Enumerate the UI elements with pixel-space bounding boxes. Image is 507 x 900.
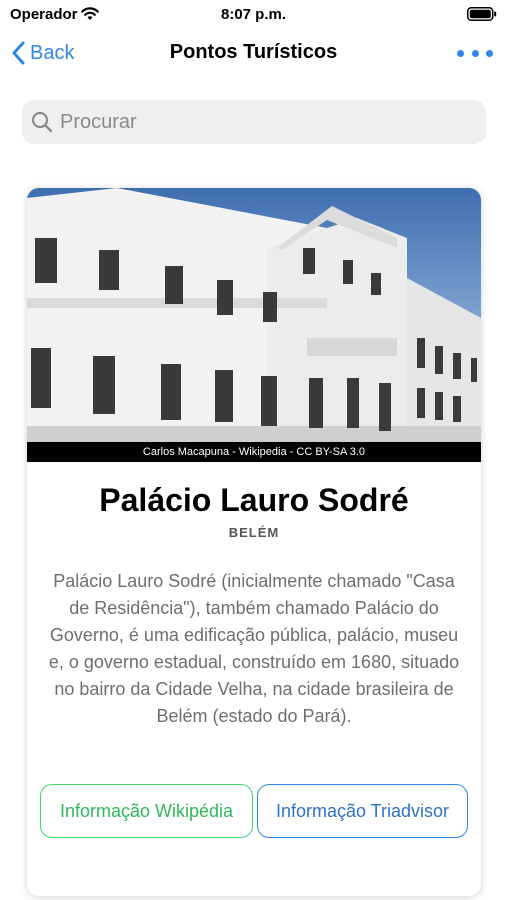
status-time: 8:07 p.m. xyxy=(220,6,287,23)
navigation-bar: Back Pontos Turísticos xyxy=(0,30,507,76)
search-icon xyxy=(31,111,53,133)
tripadvisor-info-button[interactable]: Informação Triadvisor xyxy=(257,784,468,838)
place-card: Carlos Macapuna - Wikipedia - CC BY-SA 3… xyxy=(27,188,481,896)
image-credit: Carlos Macapuna - Wikipedia - CC BY-SA 3… xyxy=(27,442,481,462)
place-title: Palácio Lauro Sodré xyxy=(99,482,409,518)
place-photo: Carlos Macapuna - Wikipedia - CC BY-SA 3… xyxy=(27,188,481,462)
page-title: Pontos Turísticos xyxy=(169,41,338,63)
place-city: BELÉM xyxy=(228,525,280,540)
more-options-button[interactable] xyxy=(457,42,493,64)
search-bar[interactable] xyxy=(22,100,486,144)
battery-icon xyxy=(467,7,497,21)
status-bar: Operador 8:07 p.m. xyxy=(0,0,507,30)
search-input[interactable] xyxy=(60,110,460,134)
wikipedia-info-button[interactable]: Informação Wikipédia xyxy=(40,784,253,838)
more-dots-icon xyxy=(457,49,464,57)
place-description: Palácio Lauro Sodré (inicialmente chamad… xyxy=(48,571,460,726)
